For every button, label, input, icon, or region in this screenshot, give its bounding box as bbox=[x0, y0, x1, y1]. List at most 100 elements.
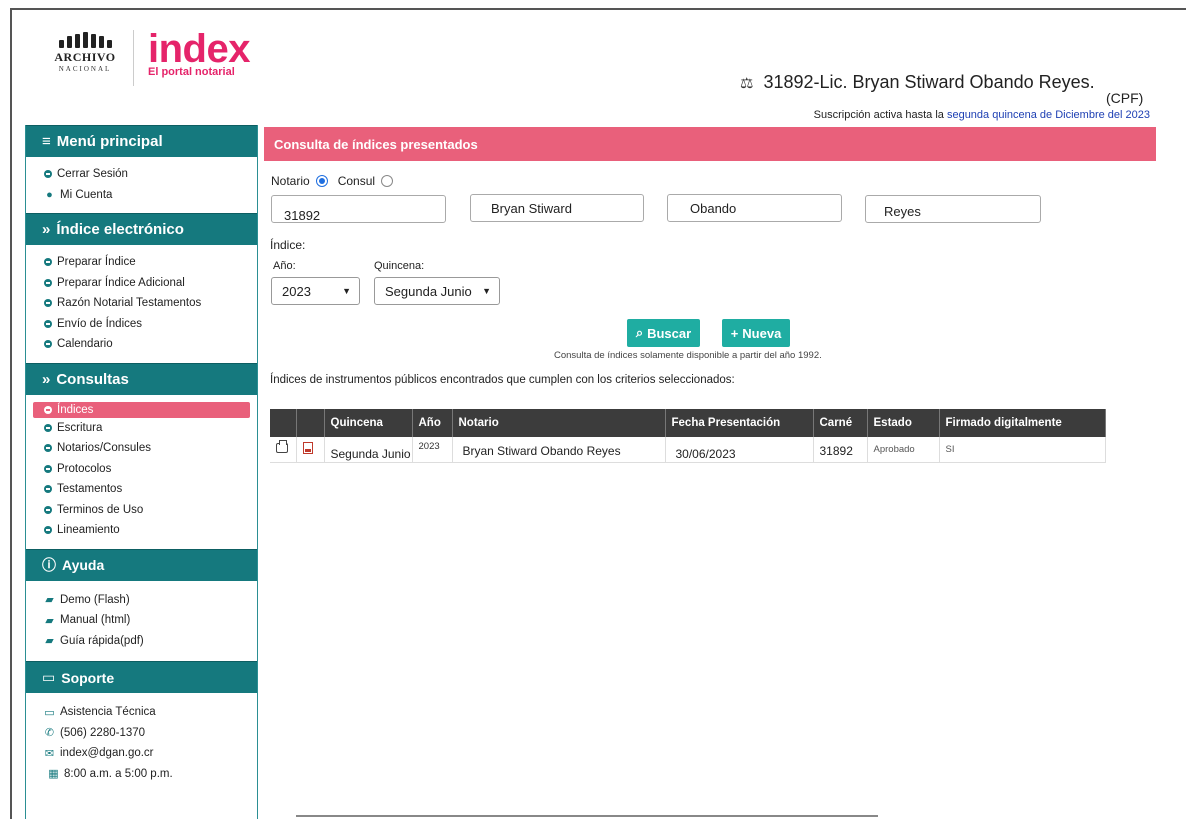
sidebar-item-horario: ▦ 8:00 a.m. a 5:00 p.m. bbox=[26, 764, 257, 785]
sidebar-item-label: Asistencia Técnica bbox=[60, 706, 156, 719]
sidebar-item-cerrar-sesion[interactable]: Cerrar Sesión bbox=[26, 164, 257, 185]
cell-fecha: 30/06/2023 bbox=[665, 437, 814, 463]
sidebar-item-label: Calendario bbox=[57, 338, 113, 351]
sidebar-item-label: Preparar Índice Adicional bbox=[57, 276, 185, 289]
availability-note: Consulta de índices solamente disponible… bbox=[554, 350, 822, 361]
sidebar-item-label: Testamentos bbox=[57, 483, 123, 496]
radio-consul-label: Consul bbox=[337, 174, 376, 188]
radio-notario[interactable] bbox=[315, 175, 328, 187]
notario-consul-radio-group: Notario Consul bbox=[271, 174, 394, 188]
sidebar-item-label: Protocolos bbox=[57, 462, 112, 475]
sidebar-item-envio-indices[interactable]: Envío de Índices bbox=[26, 314, 257, 335]
sidebar-item-asistencia[interactable]: ▭ Asistencia Técnica bbox=[26, 702, 257, 723]
sidebar-item-mi-cuenta[interactable]: ● Mi Cuenta bbox=[26, 185, 257, 206]
pillars-icon bbox=[52, 32, 118, 48]
sidebar-item-label: Terminos de Uso bbox=[57, 503, 144, 516]
horizontal-scrollbar[interactable] bbox=[296, 815, 878, 817]
sidebar-item-label: Razón Notarial Testamentos bbox=[57, 297, 202, 310]
nombre-field[interactable]: Bryan Stiward bbox=[470, 194, 644, 222]
index-logo-text: index bbox=[148, 27, 250, 71]
buscar-button[interactable]: ⌕ Buscar bbox=[627, 319, 700, 347]
circle-arrow-icon bbox=[44, 170, 52, 179]
pdf-cell[interactable] bbox=[296, 437, 325, 463]
scale-icon: ⚖ bbox=[740, 74, 754, 92]
monitor-icon: ▭ bbox=[42, 669, 56, 685]
sidebar-header-label: Índice electrónico bbox=[56, 221, 184, 238]
carne-field[interactable]: 31892 bbox=[271, 195, 446, 223]
index-logo: index El portal notarial bbox=[148, 27, 250, 78]
sidebar-item-escritura[interactable]: Escritura bbox=[26, 418, 257, 439]
sidebar-item-lineamiento[interactable]: Lineamiento bbox=[26, 520, 257, 541]
circle-arrow-icon bbox=[44, 444, 52, 453]
sidebar-item-testamentos[interactable]: Testamentos bbox=[26, 479, 257, 500]
pdf-icon[interactable] bbox=[302, 441, 313, 454]
sidebar-item-label: Manual (html) bbox=[60, 614, 131, 627]
sidebar-item-preparar-indice-adicional[interactable]: Preparar Índice Adicional bbox=[26, 273, 257, 294]
archivo-nacional-logo: ARCHIVO NACIONAL bbox=[52, 32, 118, 88]
results-table: Quincena Año Notario Fecha Presentación … bbox=[270, 409, 1106, 463]
cell-notario: Bryan Stiward Obando Reyes bbox=[452, 437, 666, 463]
sidebar-header-label: Ayuda bbox=[62, 557, 105, 573]
circle-arrow-icon bbox=[44, 299, 52, 308]
double-chevron-icon: » bbox=[42, 370, 51, 388]
sidebar-item-terminos[interactable]: Terminos de Uso bbox=[26, 500, 257, 521]
circle-arrow-icon bbox=[44, 423, 52, 432]
sidebar-item-email[interactable]: ✉ index@dgan.go.cr bbox=[26, 743, 257, 764]
sidebar-header-label: Consultas bbox=[56, 370, 129, 388]
sidebar-item-manual[interactable]: ▰ Manual (html) bbox=[26, 610, 257, 631]
sidebar-item-label: Envío de Índices bbox=[57, 317, 143, 330]
double-chevron-icon: » bbox=[42, 221, 51, 238]
sidebar-item-label: Notarios/Consules bbox=[57, 442, 151, 455]
sidebar-header-label: Menú principal bbox=[56, 133, 163, 150]
user-name: 31892-Lic. Bryan Stiward Obando Reyes. bbox=[763, 72, 1095, 92]
menu-list: Cerrar Sesión ● Mi Cuenta bbox=[26, 157, 257, 213]
cell-carne: 31892 bbox=[813, 437, 868, 463]
sidebar-item-notarios-consules[interactable]: Notarios/Consules bbox=[26, 438, 257, 459]
circle-arrow-icon bbox=[44, 319, 52, 328]
sidebar-item-calendario[interactable]: Calendario bbox=[26, 334, 257, 355]
anio-select[interactable]: 2023 ▼ bbox=[271, 277, 360, 305]
chevron-down-icon: ▼ bbox=[342, 286, 351, 296]
sidebar-item-label: Preparar Índice bbox=[57, 256, 136, 269]
col-notario: Notario bbox=[452, 409, 666, 437]
sidebar-item-indices[interactable]: Índices bbox=[33, 401, 250, 418]
circle-arrow-icon bbox=[44, 505, 52, 514]
envelope-icon: ✉ bbox=[44, 747, 55, 760]
radio-notario-label: Notario bbox=[271, 174, 310, 188]
ayuda-list: ▰ Demo (Flash) ▰ Manual (html) ▰ Guía rápid… bbox=[26, 581, 257, 662]
phone-icon: ✆ bbox=[44, 727, 55, 740]
sidebar-item-protocolos[interactable]: Protocolos bbox=[26, 459, 257, 480]
circle-arrow-icon bbox=[44, 485, 52, 494]
subscription-link[interactable]: segunda quincena de Diciembre del 2023 bbox=[947, 109, 1150, 121]
quincena-select[interactable]: Segunda Junio ▼ bbox=[374, 277, 500, 305]
cell-anio: 2023 bbox=[412, 437, 453, 463]
primer-apellido-field[interactable]: Obando bbox=[667, 194, 842, 222]
radio-consul[interactable] bbox=[381, 175, 394, 187]
print-cell[interactable] bbox=[270, 437, 297, 463]
nueva-button-label: Nueva bbox=[742, 325, 782, 341]
col-anio: Año bbox=[412, 409, 453, 437]
segundo-apellido-field[interactable]: Reyes bbox=[865, 195, 1041, 223]
soporte-list: ▭ Asistencia Técnica ✆ (506) 2280-1370 ✉ in… bbox=[26, 693, 257, 792]
sidebar-item-telefono: ✆ (506) 2280-1370 bbox=[26, 723, 257, 744]
book-icon: ▰ bbox=[45, 614, 54, 627]
nueva-button[interactable]: + Nueva bbox=[722, 319, 790, 347]
cpf-label: (CPF) bbox=[1106, 90, 1144, 106]
printer-icon[interactable] bbox=[276, 440, 288, 454]
results-caption: Índices de instrumentos públicos encontr… bbox=[270, 374, 735, 386]
sidebar-item-demo[interactable]: ▰ Demo (Flash) bbox=[26, 590, 257, 611]
cell-firmado: SI bbox=[939, 437, 1106, 463]
quincena-select-value: Segunda Junio bbox=[385, 283, 472, 299]
buscar-button-label: Buscar bbox=[647, 325, 692, 341]
table-row: Segunda Junio 2023 Bryan Stiward Obando … bbox=[270, 437, 1106, 463]
sidebar-item-preparar-indice[interactable]: Preparar Índice bbox=[26, 252, 257, 273]
book-icon: ▰ bbox=[45, 594, 54, 607]
quincena-label: Quincena: bbox=[374, 260, 425, 272]
logo-divider bbox=[133, 30, 134, 86]
anio-label: Año: bbox=[273, 260, 296, 272]
sidebar-item-guia[interactable]: ▰ Guía rápida(pdf) bbox=[26, 631, 257, 652]
subscription-status: Suscripción activa hasta la segunda quin… bbox=[814, 109, 1150, 121]
plus-icon: + bbox=[730, 325, 739, 341]
sidebar-item-razon-notarial[interactable]: Razón Notarial Testamentos bbox=[26, 293, 257, 314]
col-quincena: Quincena bbox=[324, 409, 413, 437]
